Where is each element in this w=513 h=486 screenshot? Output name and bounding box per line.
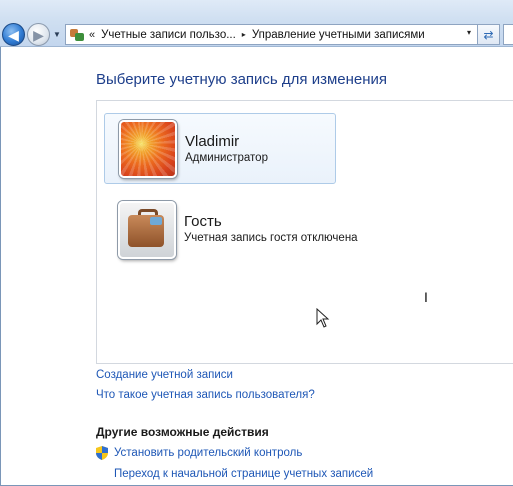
search-input[interactable] bbox=[503, 24, 513, 45]
user-accounts-icon bbox=[69, 28, 85, 42]
mouse-pointer-icon bbox=[316, 308, 330, 328]
other-actions-heading: Другие возможные действия bbox=[96, 425, 269, 439]
history-dropdown-button[interactable]: ▼ bbox=[52, 27, 62, 41]
breadcrumb-user-accounts[interactable]: Учетные записи пользо... bbox=[101, 29, 236, 41]
breadcrumb-overflow[interactable]: « bbox=[89, 29, 95, 41]
back-arrow-icon: ◀ bbox=[8, 26, 19, 43]
back-button[interactable]: ◀ bbox=[2, 23, 25, 46]
shield-icon bbox=[96, 446, 108, 460]
address-dropdown-icon[interactable]: ▾ bbox=[467, 28, 471, 37]
address-bar[interactable]: « Учетные записи пользо... ▸ Управление … bbox=[65, 24, 478, 45]
account-name: Гость bbox=[184, 213, 222, 230]
what-is-account-link[interactable]: Что такое учетная запись пользователя? bbox=[96, 389, 315, 401]
account-role: Учетная запись гостя отключена bbox=[184, 232, 358, 244]
breadcrumb-manage-accounts[interactable]: Управление учетными записями bbox=[252, 29, 425, 41]
refresh-button[interactable]: ⇄ bbox=[478, 24, 500, 45]
text-cursor-icon: I bbox=[424, 289, 428, 305]
create-account-link[interactable]: Создание учетной записи bbox=[96, 369, 233, 381]
refresh-icon: ⇄ bbox=[483, 27, 494, 42]
flower-avatar bbox=[119, 120, 177, 178]
account-tile-vladimir[interactable]: Vladimir Администратор bbox=[104, 113, 336, 184]
forward-arrow-icon: ▶ bbox=[33, 26, 44, 43]
page-title: Выберите учетную запись для изменения bbox=[96, 71, 388, 88]
accounts-home-link[interactable]: Переход к начальной странице учетных зап… bbox=[114, 468, 373, 480]
briefcase-avatar bbox=[118, 201, 176, 259]
chevron-down-icon: ▼ bbox=[53, 29, 61, 39]
account-name: Vladimir bbox=[185, 133, 240, 150]
account-tile-guest[interactable]: Гость Учетная запись гостя отключена bbox=[104, 195, 404, 265]
forward-button[interactable]: ▶ bbox=[27, 23, 50, 46]
navigation-toolbar: ◀ ▶ ▼ « Учетные записи пользо... ▸ Управ… bbox=[0, 0, 513, 47]
breadcrumb-separator-icon[interactable]: ▸ bbox=[242, 30, 246, 39]
parental-controls-link[interactable]: Установить родительский контроль bbox=[114, 447, 302, 459]
account-role: Администратор bbox=[185, 152, 268, 164]
